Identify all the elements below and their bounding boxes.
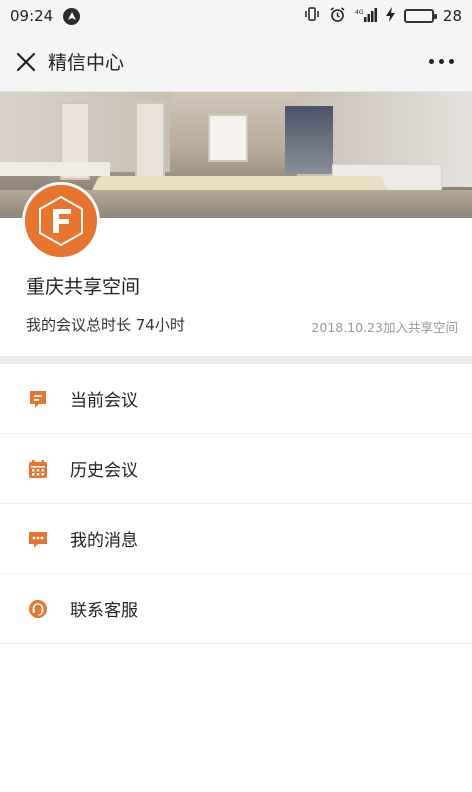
profile-section: 重庆共享空间 我的会议总时长 74小时 2018.10.23加入共享空间 (0, 182, 472, 356)
menu-list: 当前会议 历史会议 我的消息 联系客服 (0, 364, 472, 644)
navigation-icon (63, 7, 81, 25)
menu-item-label: 联系客服 (70, 601, 138, 621)
menu-item-my-messages[interactable]: 我的消息 (0, 504, 472, 574)
close-button[interactable] (14, 50, 38, 74)
section-divider (0, 356, 472, 364)
menu-item-label: 当前会议 (70, 391, 138, 411)
title-bar: 精信中心 (0, 32, 472, 92)
battery-level: 28 (442, 7, 462, 25)
calendar-icon (26, 457, 50, 481)
page-title: 精信中心 (48, 52, 125, 74)
alarm-icon (329, 6, 346, 27)
status-time: 09:24 (10, 7, 54, 25)
status-bar: 09:24 4G 28 (0, 0, 472, 32)
chat-icon (26, 387, 50, 411)
menu-item-history-meeting[interactable]: 历史会议 (0, 434, 472, 504)
space-name: 重庆共享空间 (26, 276, 141, 298)
avatar (22, 182, 100, 260)
banner-doorway (285, 106, 333, 174)
banner-counter (0, 162, 110, 176)
svg-text:4G: 4G (355, 9, 364, 16)
banner-panel (135, 102, 165, 180)
message-icon (26, 527, 50, 551)
menu-item-label: 我的消息 (70, 531, 138, 551)
more-icon-dot (429, 59, 434, 64)
battery-icon (403, 9, 437, 23)
close-icon (16, 52, 36, 71)
signal-icon: 4G (355, 7, 377, 26)
headset-icon (26, 597, 50, 621)
more-icon-dot (449, 59, 454, 64)
status-icons: 4G 28 (304, 6, 462, 27)
joined-date: 2018.10.23加入共享空间 (311, 320, 458, 335)
charging-icon (385, 6, 395, 26)
menu-item-current-meeting[interactable]: 当前会议 (0, 364, 472, 434)
menu-item-contact-support[interactable]: 联系客服 (0, 574, 472, 644)
logo-icon (39, 195, 83, 247)
menu-item-label: 历史会议 (70, 461, 138, 481)
meeting-duration: 我的会议总时长 74小时 (26, 316, 185, 334)
more-icon-dot (439, 59, 444, 64)
more-menu-button[interactable] (425, 53, 458, 70)
vibrate-icon (304, 6, 320, 26)
banner-screen (208, 114, 248, 162)
